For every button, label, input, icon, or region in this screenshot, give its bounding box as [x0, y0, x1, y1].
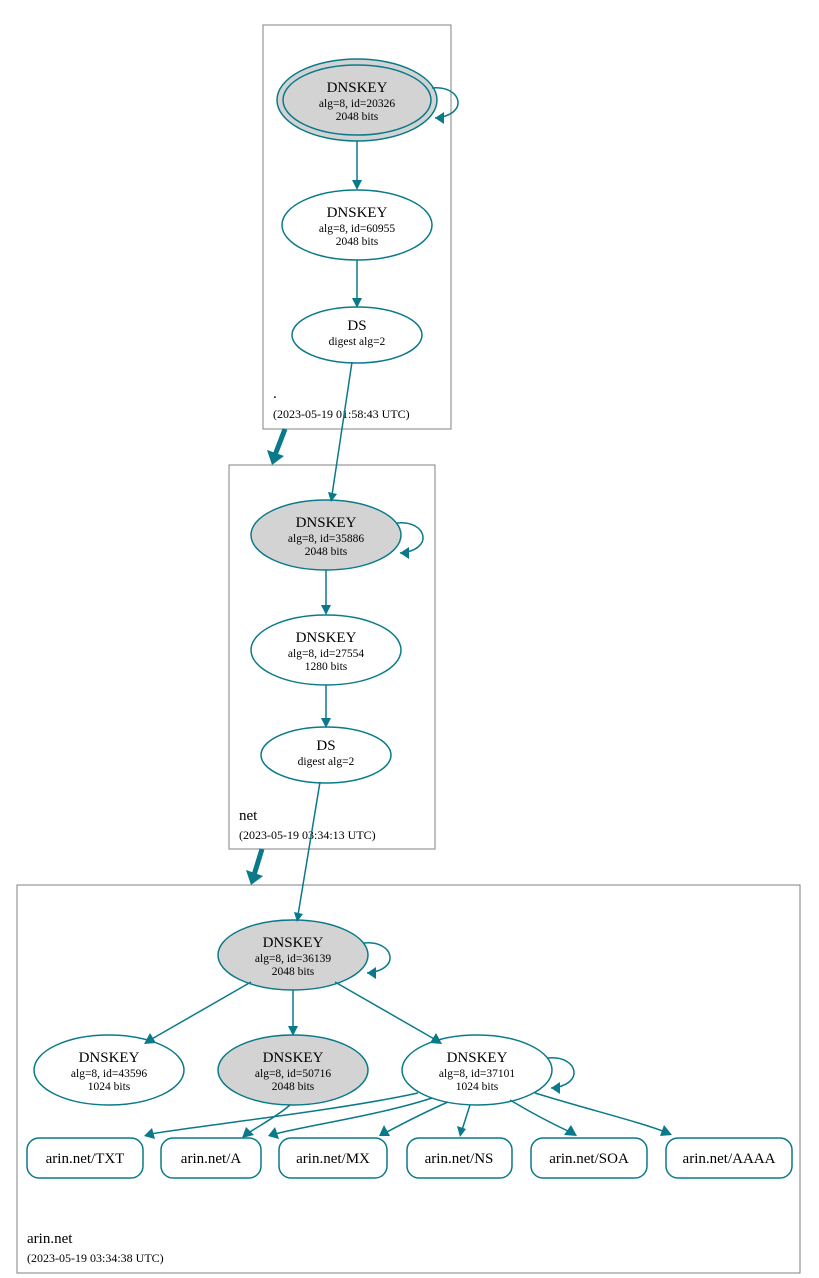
svg-text:alg=8, id=36139: alg=8, id=36139	[255, 953, 331, 965]
svg-text:alg=8, id=60955: alg=8, id=60955	[319, 223, 395, 235]
svg-text:1024 bits: 1024 bits	[88, 1081, 131, 1093]
svg-text:DNSKEY: DNSKEY	[263, 935, 324, 951]
rr-soa: arin.net/SOA	[531, 1138, 647, 1178]
svg-text:alg=8, id=20326: alg=8, id=20326	[319, 98, 395, 110]
rr-a: arin.net/A	[161, 1138, 261, 1178]
edge-k3-mx	[385, 1102, 448, 1133]
svg-text:DNSKEY: DNSKEY	[296, 515, 357, 531]
svg-text:2048 bits: 2048 bits	[272, 966, 315, 978]
svg-text:1280 bits: 1280 bits	[305, 661, 348, 673]
rr-ns: arin.net/NS	[407, 1138, 512, 1178]
zone-arin-timestamp: (2023-05-19 03:34:38 UTC)	[27, 1251, 164, 1265]
svg-text:DNSKEY: DNSKEY	[263, 1050, 324, 1066]
svg-text:alg=8, id=27554: alg=8, id=27554	[288, 648, 364, 660]
svg-text:arin.net/NS: arin.net/NS	[425, 1151, 494, 1167]
root-ksk-node: DNSKEY alg=8, id=20326 2048 bits	[277, 59, 437, 141]
svg-text:2048 bits: 2048 bits	[336, 111, 379, 123]
svg-text:alg=8, id=35886: alg=8, id=35886	[288, 533, 364, 545]
svg-text:alg=8, id=37101: alg=8, id=37101	[439, 1068, 515, 1080]
edge-arinksk-k3	[335, 982, 436, 1040]
svg-text:arin.net/SOA: arin.net/SOA	[549, 1151, 629, 1167]
arin-ksk-node: DNSKEY alg=8, id=36139 2048 bits	[218, 920, 368, 990]
zone-arin-label: arin.net	[27, 1231, 73, 1247]
dnssec-diagram: . (2023-05-19 01:58:43 UTC) DNSKEY alg=8…	[0, 0, 819, 1278]
edge-k3-soa	[510, 1100, 570, 1132]
svg-text:alg=8, id=43596: alg=8, id=43596	[71, 1068, 147, 1080]
svg-text:digest alg=2: digest alg=2	[329, 336, 386, 348]
svg-text:DS: DS	[316, 738, 335, 754]
edge-arinksk-k1	[150, 982, 251, 1040]
rr-mx: arin.net/MX	[279, 1138, 387, 1178]
svg-text:DS: DS	[347, 318, 366, 334]
rr-aaaa: arin.net/AAAA	[666, 1138, 792, 1178]
arin-k2-node: DNSKEY alg=8, id=50716 2048 bits	[218, 1035, 368, 1105]
svg-text:DNSKEY: DNSKEY	[327, 205, 388, 221]
svg-text:2048 bits: 2048 bits	[272, 1081, 315, 1093]
zone-net-label: net	[239, 808, 258, 824]
svg-text:2048 bits: 2048 bits	[336, 236, 379, 248]
svg-text:2048 bits: 2048 bits	[305, 546, 348, 558]
zone-root-timestamp: (2023-05-19 01:58:43 UTC)	[273, 407, 410, 421]
svg-text:arin.net/AAAA: arin.net/AAAA	[683, 1151, 776, 1167]
svg-text:arin.net/TXT: arin.net/TXT	[46, 1151, 125, 1167]
rr-txt: arin.net/TXT	[27, 1138, 143, 1178]
svg-text:DNSKEY: DNSKEY	[79, 1050, 140, 1066]
svg-text:1024 bits: 1024 bits	[456, 1081, 499, 1093]
svg-text:alg=8, id=50716: alg=8, id=50716	[255, 1068, 331, 1080]
net-zsk-node: DNSKEY alg=8, id=27554 1280 bits	[251, 615, 401, 685]
svg-text:DNSKEY: DNSKEY	[327, 80, 388, 96]
svg-text:DNSKEY: DNSKEY	[296, 630, 357, 646]
edge-k3-aaaa	[535, 1093, 665, 1132]
net-ds-node: DS digest alg=2	[261, 727, 391, 783]
arin-k1-node: DNSKEY alg=8, id=43596 1024 bits	[34, 1035, 184, 1105]
root-ds-node: DS digest alg=2	[292, 307, 422, 363]
net-ksk-node: DNSKEY alg=8, id=35886 2048 bits	[251, 500, 401, 570]
delegation-root-net	[275, 429, 285, 455]
delegation-net-arin	[254, 849, 262, 875]
svg-text:arin.net/MX: arin.net/MX	[296, 1151, 370, 1167]
svg-text:DNSKEY: DNSKEY	[447, 1050, 508, 1066]
edge-k3-ns	[462, 1105, 470, 1130]
zone-root-label: .	[273, 386, 277, 402]
root-zsk-node: DNSKEY alg=8, id=60955 2048 bits	[282, 190, 432, 260]
svg-text:digest alg=2: digest alg=2	[298, 756, 355, 768]
zone-net-timestamp: (2023-05-19 03:34:13 UTC)	[239, 828, 376, 842]
svg-text:arin.net/A: arin.net/A	[181, 1151, 242, 1167]
arin-k3-node: DNSKEY alg=8, id=37101 1024 bits	[402, 1035, 552, 1105]
